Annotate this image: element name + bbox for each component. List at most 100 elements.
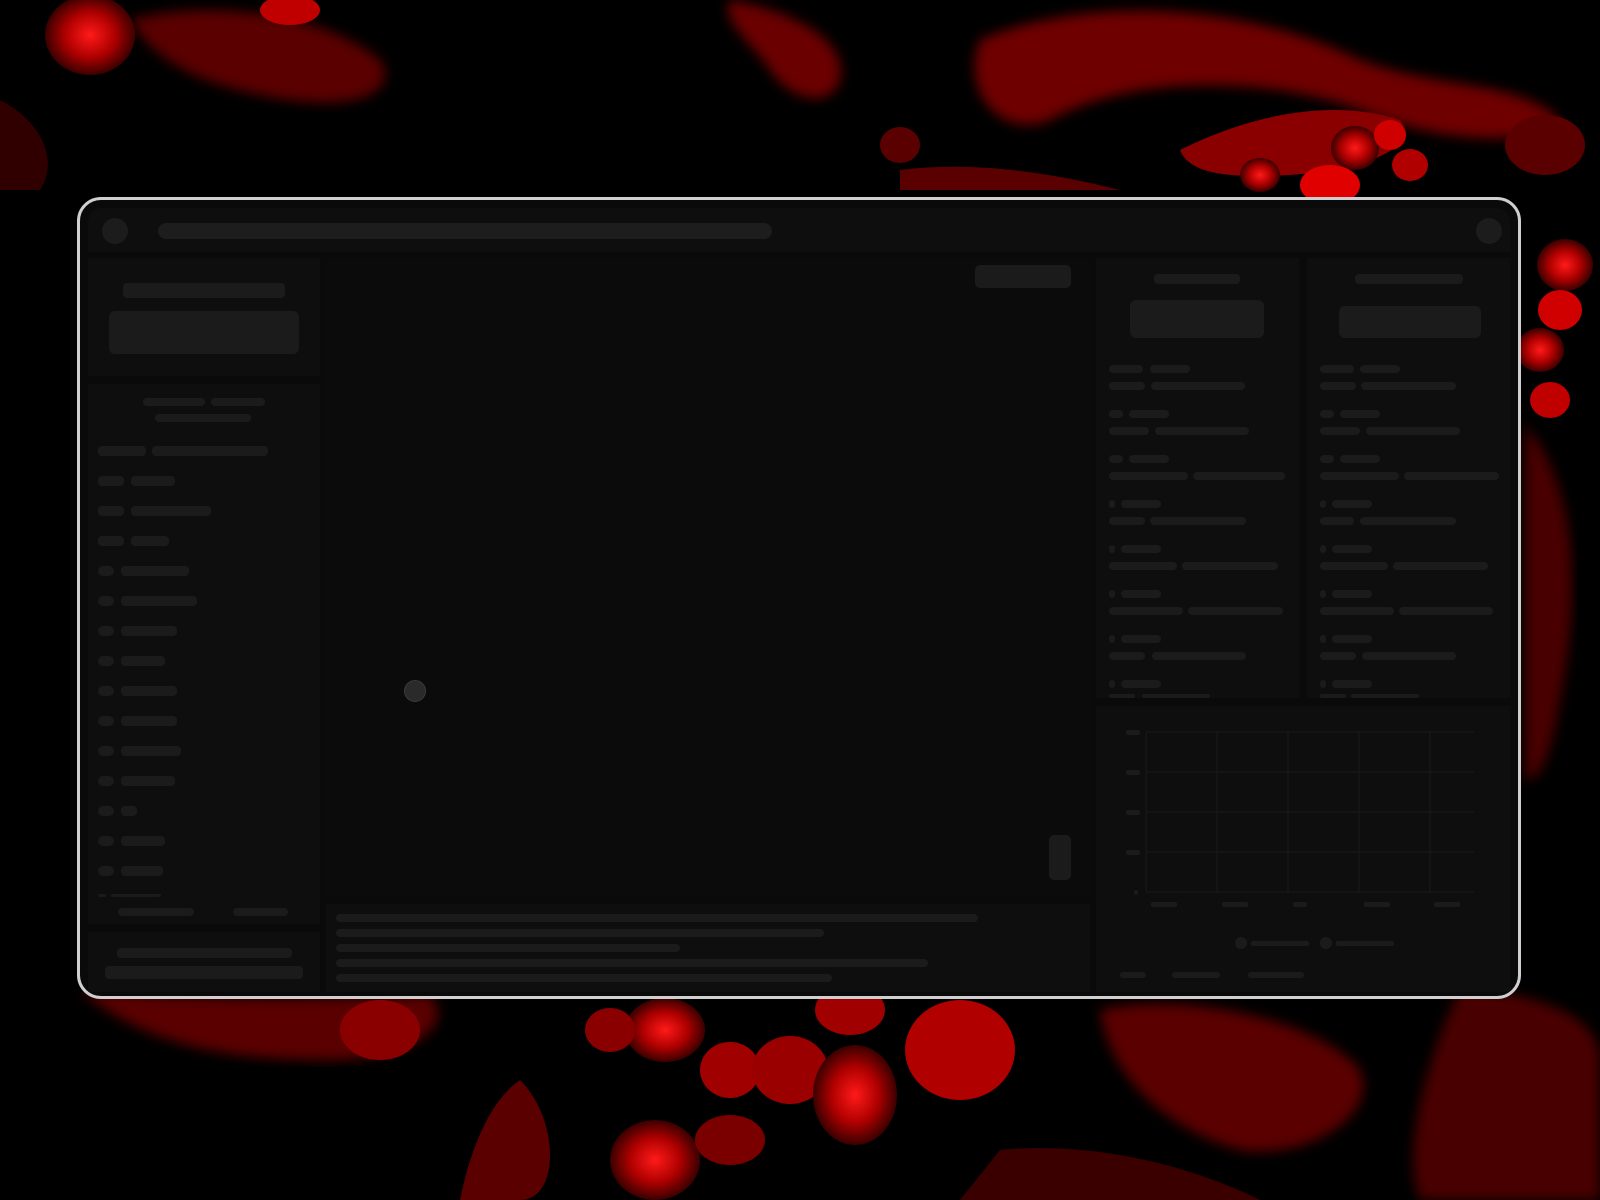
legend-label-placeholder [1336,941,1394,946]
x-tick-label-placeholder [1364,902,1390,907]
detail-row-value [1320,694,1346,698]
log-line [336,929,824,937]
detail-row-label [1121,680,1161,688]
list-item-icon [98,776,114,786]
detail-row-label [1109,365,1143,373]
panel-title-placeholder [123,283,285,298]
list-item[interactable] [121,596,197,606]
detail-row-value [1152,652,1246,660]
legend-label-placeholder [1251,941,1309,946]
card-title-placeholder [1154,274,1240,284]
detail-row-label [1121,590,1161,598]
marker-icon[interactable] [404,680,426,702]
detail-row-value [1109,382,1145,390]
legend-swatch[interactable] [1235,937,1247,949]
detail-row-value [1351,694,1419,698]
y-tick-label-placeholder [1126,850,1140,855]
list-item-icon [98,686,114,696]
detail-row-value [1109,472,1188,480]
address-bar[interactable] [158,223,772,239]
detail-row-value [1393,562,1488,570]
list-footer-placeholder [233,908,288,916]
log-line [336,974,832,982]
y-tick-label-placeholder [1134,890,1138,895]
detail-row-value [1109,652,1145,660]
list-item[interactable] [121,746,181,756]
detail-row-label [1150,365,1190,373]
detail-row-label [1340,410,1380,418]
list-item [98,536,124,546]
footer-button-placeholder[interactable] [105,966,303,979]
detail-row-value [1155,427,1249,435]
detail-row-label [1332,545,1372,553]
list-item[interactable] [121,566,189,576]
x-tick-label-placeholder [1434,902,1460,907]
list-item [111,894,161,897]
canvas-toolbar-button[interactable] [975,265,1071,288]
detail-row-value [1360,517,1456,525]
detail-row-label [1332,500,1372,508]
list-item [152,446,268,456]
detail-row-label [1121,635,1161,643]
circle-icon[interactable] [1476,218,1502,244]
list-footer-placeholder [118,908,194,916]
x-tick-label-placeholder [1293,902,1307,907]
detail-row-label [1109,545,1115,553]
detail-row-label [1320,680,1326,688]
list-item-icon [98,566,114,576]
detail-row-value [1320,382,1356,390]
detail-row-label [1340,455,1380,463]
detail-row-value [1320,427,1360,435]
list-item-icon [98,626,114,636]
card-value-placeholder [1130,300,1264,338]
detail-row-value [1362,652,1456,660]
detail-row-value [1188,607,1283,615]
card-value-placeholder [1339,306,1481,338]
list-item-icon [98,716,114,726]
detail-card-right [1307,258,1510,698]
main-canvas[interactable] [326,258,1090,896]
scrollbar[interactable] [1049,835,1071,880]
list-item [131,506,211,516]
list-item [131,476,175,486]
chart-placeholder [1120,730,1474,978]
chart-panel [1096,706,1510,992]
card-title-placeholder [1355,274,1463,284]
detail-row-label [1129,455,1169,463]
detail-row-label [1109,635,1115,643]
list-item [98,506,124,516]
y-tick-label-placeholder [1126,810,1140,815]
list-item[interactable] [121,626,177,636]
detail-row-label [1320,635,1326,643]
list-item-icon [98,866,114,876]
chart-footer-placeholder [1248,972,1304,978]
left-bottom-panel [88,932,320,992]
detail-row-value [1320,562,1388,570]
detail-row-label [1332,590,1372,598]
detail-row-label [1332,635,1372,643]
detail-row-value [1109,607,1183,615]
detail-row-label [1332,680,1372,688]
list-item[interactable] [121,776,175,786]
list-item[interactable] [121,866,163,876]
detail-row-label [1121,545,1161,553]
detail-row-value [1320,607,1394,615]
log-line [336,914,978,922]
primary-button-placeholder[interactable] [109,311,299,354]
detail-row-value [1399,607,1493,615]
detail-row-label [1320,410,1334,418]
list-item[interactable] [121,836,165,846]
list-item[interactable] [121,656,165,666]
list-item-icon [98,746,114,756]
y-tick-label-placeholder [1126,770,1140,775]
list-item[interactable] [121,716,177,726]
circle-icon[interactable] [102,218,128,244]
app-window [77,197,1521,999]
x-tick-label-placeholder [1222,902,1248,907]
detail-row-label [1360,365,1400,373]
legend-swatch[interactable] [1320,937,1332,949]
detail-row-label [1320,590,1326,598]
list-item[interactable] [121,686,177,696]
list-item[interactable] [121,806,137,816]
log-panel [326,904,1090,992]
